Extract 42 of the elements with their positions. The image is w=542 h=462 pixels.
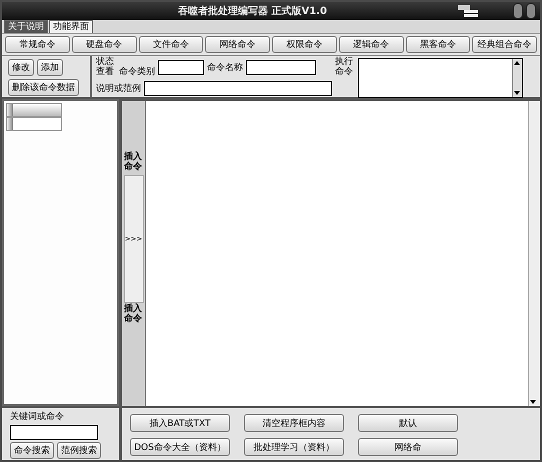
search-button[interactable]: 范例搜索 [57,442,101,459]
field-label: 说明或范例 [96,82,141,95]
tab[interactable]: 功能界面 [49,20,93,33]
insert-label: 插入命令 [124,153,143,173]
category-button[interactable]: 权限命令 [272,36,337,53]
search-field[interactable] [10,425,98,440]
delete-button[interactable]: 删除该命令数据 [8,79,79,96]
close-button[interactable] [526,3,536,19]
command-field[interactable] [358,58,523,98]
scroll-up-icon[interactable] [513,59,522,67]
category-button[interactable]: 常规命令 [5,36,70,53]
description-field[interactable] [144,80,332,96]
field-label: 命令名称 [206,62,243,74]
modify-button[interactable]: 修改 [8,59,34,76]
field-label: 执行命令 [335,58,354,79]
scroll-down-icon[interactable] [513,89,522,97]
search-label: 关键词或命令 [10,410,64,423]
category-button[interactable]: 网络命令 [205,36,270,53]
add-button[interactable]: 添加 [37,59,63,76]
scroll-down-icon[interactable] [529,398,537,406]
action-button[interactable]: 默认 [358,414,458,432]
status-label: 状态查看 [96,58,115,78]
name-field[interactable] [246,60,316,76]
category-button[interactable]: 逻辑命令 [338,36,404,53]
category-button[interactable]: 经典组合命令 [472,36,537,53]
window-title: 吞噬者批处理编写器 正式版V1.0 [178,4,327,18]
search-button[interactable]: 命令搜索 [10,442,54,459]
category-button[interactable]: 黑客命令 [406,36,470,53]
action-button[interactable]: DOS命令大全（资料） [130,438,230,456]
category-field[interactable] [158,60,204,76]
minimize-button[interactable] [513,3,523,19]
action-button[interactable]: 批处理学习（资料） [244,438,344,456]
tab[interactable]: 关于说明 [4,20,48,33]
field-label: 命令类别 [118,66,155,78]
insert-label: 插入命令 [124,304,143,325]
action-button[interactable]: 插入BAT或TXT [130,414,230,432]
category-button[interactable]: 硬盘命令 [72,36,136,53]
action-button[interactable]: 网络命 [358,438,458,456]
category-button[interactable]: 文件命令 [138,36,204,53]
action-button[interactable]: 清空程序框内容 [244,414,344,432]
tree-node[interactable] [6,117,62,131]
tree-node[interactable] [6,103,62,117]
